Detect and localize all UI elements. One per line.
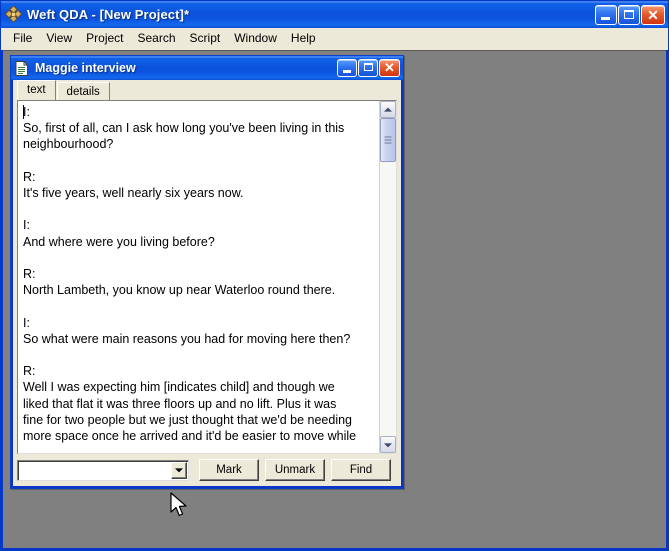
find-button[interactable]: Find — [331, 459, 391, 481]
marking-toolbar: Mark Unmark Find — [13, 454, 401, 486]
transcript-line: more space once he arrived and it'd be e… — [23, 428, 379, 444]
transcript-line: neighbourhood? — [23, 136, 379, 152]
tab-text[interactable]: text — [17, 80, 56, 100]
child-window-body: text details I: So, first of all, can I … — [13, 80, 401, 486]
weft-knot-icon — [5, 6, 22, 23]
transcript-line — [23, 153, 379, 169]
transcript-pane: I: So, first of all, can I ask how long … — [17, 100, 397, 454]
mouse-cursor — [170, 492, 190, 525]
transcript-line: I: — [23, 217, 379, 233]
child-close-button[interactable]: ✕ — [379, 59, 400, 77]
transcript-line: And where were you living before? — [23, 234, 379, 250]
close-icon: ✕ — [380, 60, 399, 76]
close-icon: ✕ — [642, 6, 664, 24]
transcript-line: I: — [23, 104, 379, 120]
category-combobox[interactable] — [17, 460, 189, 481]
transcript-line: So what were main reasons you had for mo… — [23, 331, 379, 347]
menu-item-file[interactable]: File — [6, 29, 39, 48]
scroll-down-button[interactable] — [380, 436, 396, 453]
scroll-up-icon — [384, 107, 392, 111]
transcript-vertical-scrollbar[interactable] — [379, 101, 396, 453]
child-maximize-button[interactable] — [358, 59, 378, 77]
text-caret — [23, 105, 24, 119]
scroll-up-button[interactable] — [380, 101, 396, 118]
main-caption-buttons: ✕ — [594, 5, 665, 25]
transcript-line: North Lambeth, you know up near Waterloo… — [23, 282, 379, 298]
tab-details[interactable]: details — [57, 82, 110, 100]
transcript-line: It's five years, well nearly six years n… — [23, 185, 379, 201]
close-button[interactable]: ✕ — [641, 5, 665, 25]
mdi-client-area: Maggie interview ✕ text — [3, 50, 666, 548]
transcript-line — [23, 201, 379, 217]
menu-item-search[interactable]: Search — [131, 29, 183, 48]
transcript-line: R: — [23, 169, 379, 185]
tab-strip: text details — [13, 80, 401, 100]
child-window-title: Maggie interview — [35, 61, 336, 75]
transcript-line: Well I was expecting him [indicates chil… — [23, 379, 379, 395]
menu-item-window[interactable]: Window — [227, 29, 284, 48]
scroll-down-icon — [384, 443, 392, 447]
child-caption-buttons: ✕ — [336, 59, 400, 77]
maximize-icon — [364, 63, 373, 71]
scrollbar-thumb[interactable] — [380, 118, 396, 162]
unmark-button[interactable]: Unmark — [265, 459, 325, 481]
document-window-maggie-interview: Maggie interview ✕ text — [10, 55, 404, 489]
minimize-icon — [343, 70, 351, 73]
mark-button[interactable]: Mark — [199, 459, 259, 481]
transcript-line — [23, 347, 379, 363]
transcript-line: I: — [23, 315, 379, 331]
chevron-down-icon[interactable] — [171, 462, 187, 479]
maximize-icon — [624, 10, 634, 19]
transcript-line: R: — [23, 266, 379, 282]
transcript-line: liked that flat it was three floors up a… — [23, 396, 379, 412]
main-application-window: Weft QDA - [New Project]* ✕ File View Pr… — [0, 0, 669, 551]
child-minimize-button[interactable] — [337, 59, 357, 77]
menu-item-help[interactable]: Help — [284, 29, 323, 48]
scrollbar-grip-icon — [385, 137, 392, 144]
main-window-title: Weft QDA - [New Project]* — [27, 7, 594, 22]
minimize-icon — [601, 17, 610, 20]
menu-item-script[interactable]: Script — [183, 29, 228, 48]
transcript-line — [23, 298, 379, 314]
transcript-line: fine for two people but we just thought … — [23, 412, 379, 428]
main-menubar: File View Project Search Script Window H… — [1, 28, 668, 50]
menu-item-view[interactable]: View — [39, 29, 79, 48]
minimize-button[interactable] — [595, 5, 617, 25]
child-titlebar: Maggie interview ✕ — [11, 56, 403, 80]
scrollbar-track[interactable] — [380, 118, 396, 436]
transcript-line: R: — [23, 363, 379, 379]
menu-item-project[interactable]: Project — [79, 29, 130, 48]
main-titlebar: Weft QDA - [New Project]* ✕ — [1, 1, 668, 28]
transcript-line — [23, 250, 379, 266]
transcript-text-area[interactable]: I: So, first of all, can I ask how long … — [18, 101, 379, 453]
transcript-line: So, first of all, can I ask how long you… — [23, 120, 379, 136]
maximize-button[interactable] — [618, 5, 640, 25]
category-combobox-value — [18, 464, 171, 476]
document-icon — [15, 61, 29, 76]
